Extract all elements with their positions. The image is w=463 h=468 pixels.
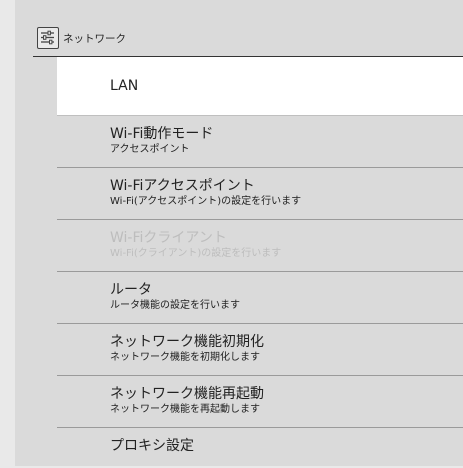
menu-item-title: ネットワーク機能初期化 xyxy=(110,334,264,350)
menu-item-title: Wi-Fiクライアント xyxy=(110,230,227,246)
menu-item-subtitle: ネットワーク機能を再起動します xyxy=(110,404,260,415)
menu-item-router[interactable]: ルータ ルータ機能の設定を行います xyxy=(57,272,463,324)
menu-item-title: ネットワーク機能再起動 xyxy=(110,386,264,402)
page-header: ネットワーク xyxy=(15,20,463,56)
menu-item-subtitle: アクセスポイント xyxy=(110,144,190,155)
page-title: ネットワーク xyxy=(63,32,126,45)
menu-item-title: LAN xyxy=(110,78,139,94)
settings-sliders-icon xyxy=(37,27,59,49)
menu-item-lan[interactable]: LAN xyxy=(57,57,463,116)
menu-item-title: プロキシ設定 xyxy=(110,438,194,454)
menu-item-subtitle: Wi-Fi(アクセスポイント)の設定を行います xyxy=(110,196,302,207)
menu-item-title: Wi-Fiアクセスポイント xyxy=(110,178,255,194)
menu-item-subtitle: ルータ機能の設定を行います xyxy=(110,300,240,311)
menu-item-title: Wi-Fi動作モード xyxy=(110,126,214,142)
menu-item-title: ルータ xyxy=(110,282,152,298)
menu-item-subtitle: ネットワーク機能を初期化します xyxy=(110,352,260,363)
menu-item-wifi-mode[interactable]: Wi-Fi動作モード アクセスポイント xyxy=(57,116,463,168)
menu-item-network-restart[interactable]: ネットワーク機能再起動 ネットワーク機能を再起動します xyxy=(57,376,463,428)
menu-item-wifi-client: Wi-Fiクライアント Wi-Fi(クライアント)の設定を行います xyxy=(57,220,463,272)
menu-item-wifi-access-point[interactable]: Wi-Fiアクセスポイント Wi-Fi(アクセスポイント)の設定を行います xyxy=(57,168,463,220)
menu-item-network-reset[interactable]: ネットワーク機能初期化 ネットワーク機能を初期化します xyxy=(57,324,463,376)
menu-item-subtitle: Wi-Fi(クライアント)の設定を行います xyxy=(110,248,282,259)
menu-item-proxy-settings[interactable]: プロキシ設定 xyxy=(57,428,463,468)
network-menu-list: LAN Wi-Fi動作モード アクセスポイント Wi-Fiアクセスポイント Wi… xyxy=(57,57,463,468)
